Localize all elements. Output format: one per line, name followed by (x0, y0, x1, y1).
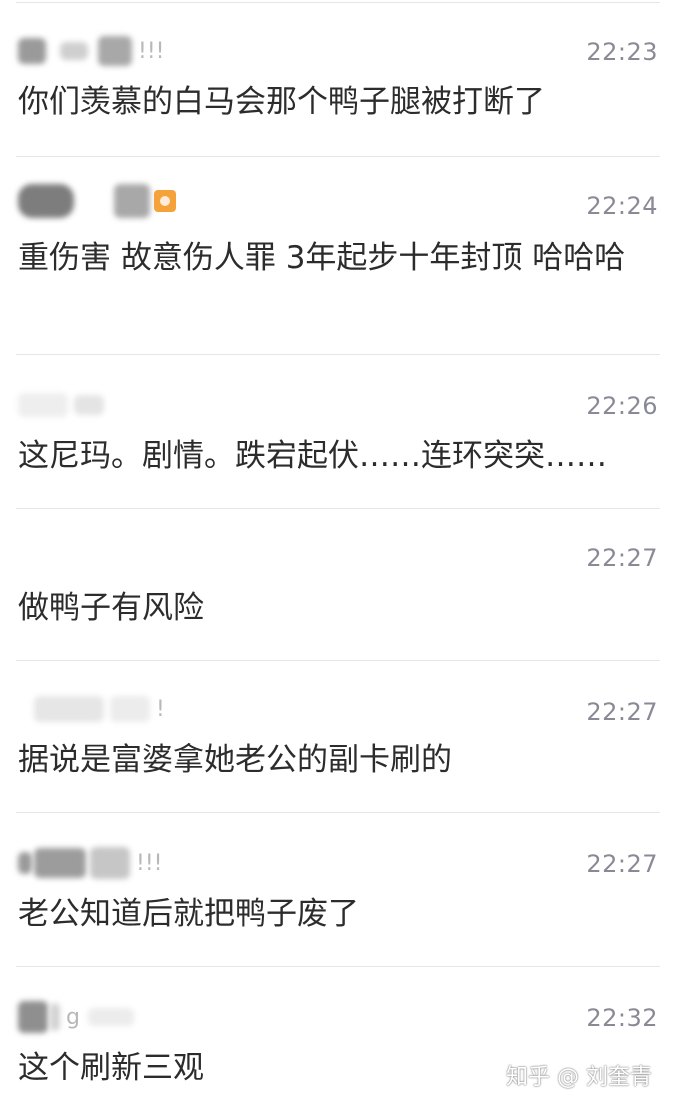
watermark-text: 知乎 @ 刘奎青 (506, 1065, 652, 1090)
divider (16, 508, 660, 509)
message-text: 你们羡慕的白马会那个鸭子腿被打断了 (18, 84, 545, 120)
sender-name-suffix: !!! (136, 850, 163, 876)
message-text: 老公知道后就把鸭子废了 (18, 896, 359, 932)
name-blur (87, 1008, 134, 1026)
name-blur (18, 1001, 48, 1033)
watermark: 知乎 @ 刘奎青 (506, 1059, 652, 1091)
message-text: 这尼玛。剧情。跌宕起伏……连环突突…… (18, 438, 607, 474)
sender-name-suffix: !!! (138, 38, 165, 64)
sender-name-blurred: ! (18, 692, 165, 726)
vip-badge-icon (154, 190, 176, 212)
divider (16, 660, 660, 661)
message-time: 22:26 (586, 392, 658, 420)
message-time: 22:27 (586, 850, 658, 878)
name-blur (50, 1003, 60, 1031)
message-text: 重伤害 故意伤人罪 3年起步十年封顶 哈哈哈 (18, 240, 626, 276)
name-blur (18, 393, 68, 417)
message-time: 22:27 (586, 544, 658, 572)
sender-name-suffix: ! (156, 696, 165, 722)
message-time: 22:23 (586, 38, 658, 66)
divider (16, 354, 660, 355)
name-blur (110, 696, 150, 722)
message-time: 22:27 (586, 698, 658, 726)
sender-name-blurred: g (18, 1000, 134, 1034)
name-blur (18, 38, 46, 64)
sender-name-blurred: !!! (18, 34, 164, 68)
message-time: 22:24 (586, 192, 658, 220)
divider (16, 812, 660, 813)
name-blur (18, 184, 74, 218)
name-blur (98, 36, 132, 66)
divider (16, 2, 660, 3)
sender-name-blurred (18, 184, 176, 218)
message-text: 做鸭子有风险 (18, 590, 204, 626)
sender-name-suffix: g (66, 1004, 80, 1030)
message-time: 22:32 (586, 1004, 658, 1032)
name-blur (114, 184, 150, 218)
sender-name-blurred: !!! (18, 846, 162, 880)
name-blur (60, 42, 88, 60)
name-blur (34, 848, 86, 878)
sender-name-blurred (18, 388, 104, 422)
message-text: 据说是富婆拿她老公的副卡刷的 (18, 742, 452, 778)
name-blur (18, 852, 32, 874)
name-blur (74, 395, 104, 415)
name-blur (90, 847, 130, 879)
divider (16, 156, 660, 157)
divider (16, 966, 660, 967)
name-blur (34, 696, 104, 722)
